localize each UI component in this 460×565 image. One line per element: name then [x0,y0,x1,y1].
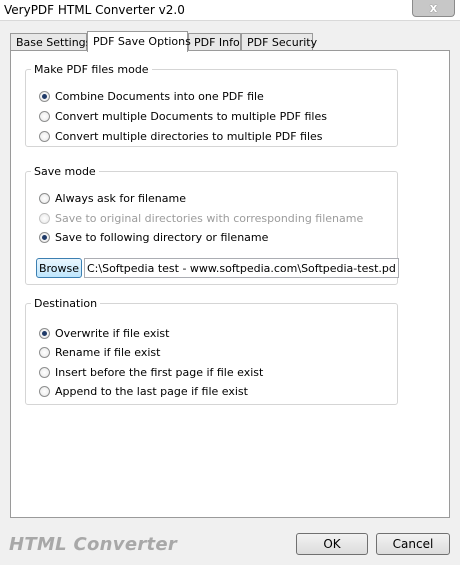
option-label: Overwrite if file exist [55,326,170,340]
option-label: Save to original directories with corres… [55,211,364,225]
destination-option-rename[interactable]: Rename if file exist [39,344,160,360]
tab-pdf-save-options[interactable]: PDF Save Options [87,31,191,52]
title-bar: VeryPDF HTML Converter v2.0 x [0,0,460,21]
ok-button[interactable]: OK [296,533,368,555]
radio-button[interactable] [39,130,50,142]
browse-button[interactable]: Browse [36,258,82,278]
option-label: Save to following directory or filename [55,230,269,244]
option-label: Convert multiple directories to multiple… [55,129,323,143]
option-label: Rename if file exist [55,345,161,359]
save-mode-group: Save mode Always ask for filename Save t… [25,165,399,285]
cancel-button[interactable]: Cancel [376,533,450,555]
save-mode-option-original-dirs: Save to original directories with corres… [39,210,363,226]
destination-legend: Destination [34,297,98,310]
radio-button[interactable] [39,385,50,397]
make-mode-option-multiple-docs[interactable]: Convert multiple Documents to multiple P… [39,108,327,124]
radio-button[interactable] [39,110,50,122]
product-logo-text: HTML Converter [9,534,178,555]
radio-button-checked[interactable] [39,90,50,102]
option-label: Insert before the first page if file exi… [55,365,264,379]
make-mode-option-combine[interactable]: Combine Documents into one PDF file [39,88,264,104]
radio-button[interactable] [39,192,50,204]
make-mode-group: Make PDF files mode Combine Documents in… [25,63,398,147]
tab-panel: Make PDF files mode Combine Documents in… [10,50,450,518]
tab-base-settings[interactable]: Base Settings [10,33,91,51]
option-label: Convert multiple Documents to multiple P… [55,109,327,123]
option-label: Append to the last page if file exist [55,384,248,398]
radio-button-checked[interactable] [39,327,50,339]
output-path-input[interactable] [84,258,399,278]
destination-option-insert[interactable]: Insert before the first page if file exi… [39,364,263,380]
destination-option-overwrite[interactable]: Overwrite if file exist [39,325,169,341]
close-icon: x [429,1,438,15]
save-mode-legend: Save mode [34,165,96,178]
radio-button[interactable] [39,346,50,358]
window-title: VeryPDF HTML Converter v2.0 [4,3,185,17]
close-button[interactable]: x [412,0,455,17]
make-mode-option-multiple-dirs[interactable]: Convert multiple directories to multiple… [39,128,323,144]
save-mode-option-following[interactable]: Save to following directory or filename [39,229,268,245]
tab-pdf-info[interactable]: PDF Info [188,33,241,51]
radio-button-checked[interactable] [39,231,50,243]
destination-group: Destination Overwrite if file exist Rena… [25,297,398,405]
radio-button[interactable] [39,366,50,378]
save-mode-option-ask[interactable]: Always ask for filename [39,190,186,206]
make-mode-legend: Make PDF files mode [34,63,149,76]
radio-button-disabled [39,212,50,224]
option-label: Combine Documents into one PDF file [55,89,264,103]
tab-pdf-security[interactable]: PDF Security [241,33,317,51]
destination-option-append[interactable]: Append to the last page if file exist [39,383,248,399]
option-label: Always ask for filename [55,191,186,205]
